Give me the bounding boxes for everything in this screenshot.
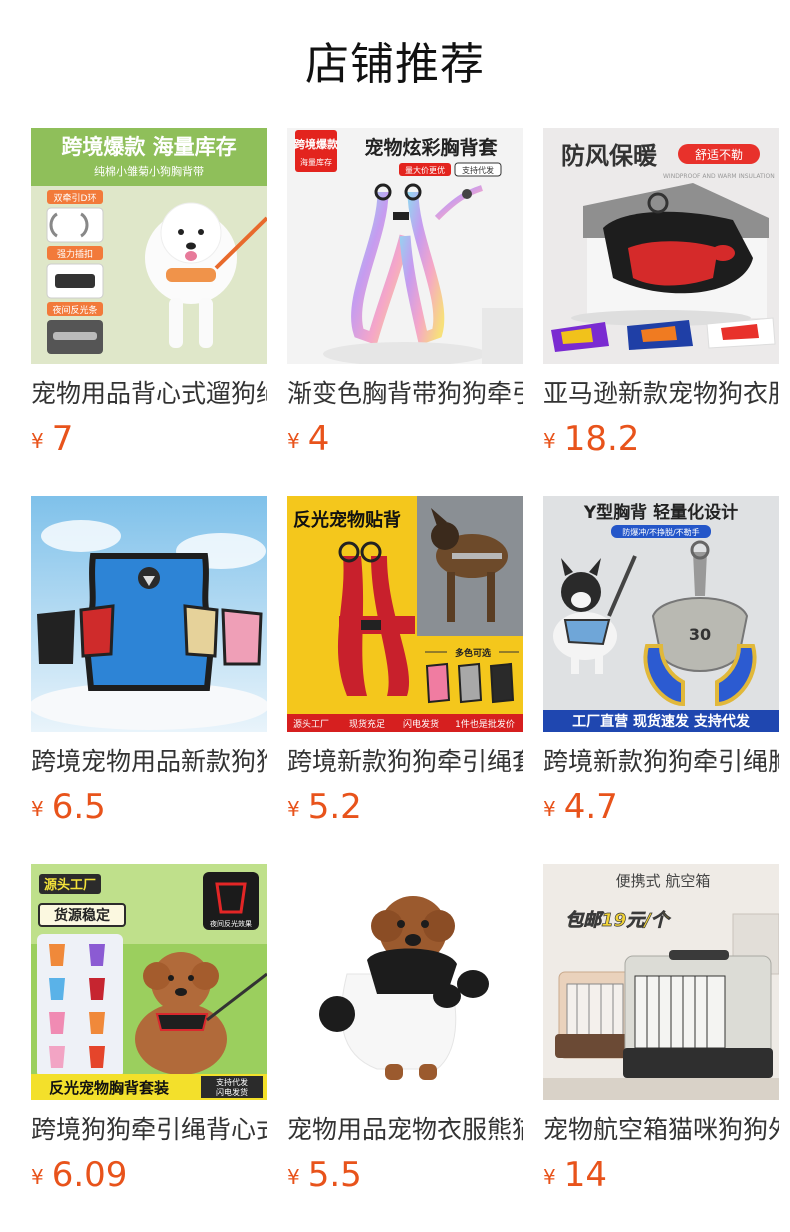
image-colors-label: 多色可选 <box>455 647 491 659</box>
image-promo: 包邮19元/个 <box>565 910 672 931</box>
currency-symbol: ¥ <box>31 429 44 453</box>
dog-leash-photo: 源头工厂 货源稳定 夜间反光效果 反光宠物胸背套装 支持代发 闪电发货 <box>31 864 267 1100</box>
image-tag: 夜间反光条 <box>52 304 97 316</box>
product-card[interactable]: 跨境爆款 海量库存 纯棉小雏菊小狗胸背带 双牵引D环 强力插扣 夜间反光条 宠物… <box>31 128 267 458</box>
product-card[interactable]: 便携式 航空箱 包邮19元/个 宠物航空箱猫咪狗狗 ¥ 14 <box>543 864 779 1194</box>
product-price: ¥5.2 <box>287 788 523 826</box>
product-price: ¥4.7 <box>543 788 779 826</box>
product-card[interactable]: 源头工厂 货源稳定 夜间反光效果 反光宠物胸背套装 支持代发 闪电发货 跨境狗狗… <box>31 864 267 1194</box>
image-headline: 防风保暖 <box>561 142 658 170</box>
product-name[interactable]: 渐变色胸背带狗狗牵引绳 <box>287 378 523 410</box>
image-footer: 现货充足 <box>349 718 385 730</box>
reflective-harness-photo: 反光宠物贴背 多色可选 源头工厂 现货充足 闪电发货 1件也是批发价 <box>287 496 523 732</box>
price-value: 6.09 <box>51 1155 128 1195</box>
product-price: ¥4 <box>287 420 523 458</box>
currency-symbol: ¥ <box>287 797 300 821</box>
product-name[interactable]: 亚马逊新款宠物狗衣服 <box>543 378 779 410</box>
price-value: 4 <box>307 419 330 459</box>
image-footer-side: 支持代发 <box>216 1077 248 1087</box>
price-value: 14 <box>563 1155 607 1195</box>
image-label: 货源稳定 <box>53 907 110 924</box>
mesh-harness-photo <box>31 496 267 732</box>
product-card[interactable]: 宠物用品宠物衣服熊猫装 ¥5.5 <box>287 864 523 1194</box>
page-title: 店铺推荐 <box>305 39 485 90</box>
product-name[interactable]: 跨境宠物用品新款狗狗胸背 <box>31 746 267 778</box>
product-price: ¥7 <box>31 420 267 458</box>
image-footer: 源头工厂 <box>293 719 329 730</box>
image-subline: WINDPROOF AND WARM INSULATION <box>663 173 775 180</box>
currency-symbol: ¥ <box>287 1165 300 1189</box>
currency-symbol: ¥ <box>543 797 556 821</box>
y-harness-photo: Y型胸背 轻量化设计 防爆冲/不挣脱/不勒手 30 工厂直营 现货速发 支持代发 <box>543 496 779 732</box>
image-footer: 闪电发货 <box>403 718 439 730</box>
product-image[interactable]: 跨境爆款 海量库存 宠物炫彩胸背套 量大价更优 支持代发 <box>287 128 523 364</box>
product-grid: 跨境爆款 海量库存 纯棉小雏菊小狗胸背带 双牵引D环 强力插扣 夜间反光条 宠物… <box>31 128 779 1194</box>
price-value: 5.2 <box>307 787 362 827</box>
image-footer: 1件也是批发价 <box>455 718 515 730</box>
image-tag: 强力插扣 <box>57 248 93 260</box>
panda-costume-photo <box>287 864 523 1100</box>
image-badge: 跨境爆款 <box>294 137 339 151</box>
harness-photo-2: 跨境爆款 海量库存 宠物炫彩胸背套 量大价更优 支持代发 <box>287 128 523 364</box>
product-image[interactable] <box>31 496 267 732</box>
image-badge: 舒适不勒 <box>695 148 743 162</box>
product-price: ¥14 <box>543 1156 779 1194</box>
currency-symbol: ¥ <box>543 429 556 453</box>
product-image[interactable]: 跨境爆款 海量库存 纯棉小雏菊小狗胸背带 双牵引D环 强力插扣 夜间反光条 <box>31 128 267 364</box>
product-price: ¥6.09 <box>31 1156 267 1194</box>
harness-photo-1: 跨境爆款 海量库存 纯棉小雏菊小狗胸背带 双牵引D环 强力插扣 夜间反光条 <box>31 128 267 364</box>
image-inset-label: 夜间反光效果 <box>210 919 252 928</box>
image-number: 30 <box>689 625 711 644</box>
product-name[interactable]: 宠物航空箱猫咪狗狗外出 <box>543 1114 779 1146</box>
image-headline: 便携式 航空箱 <box>616 872 711 890</box>
product-name[interactable]: 宠物用品宠物衣服熊猫装 <box>287 1114 523 1146</box>
currency-symbol: ¥ <box>31 797 44 821</box>
price-value: 6.5 <box>51 787 106 827</box>
image-tag: 支持代发 <box>462 165 494 175</box>
product-card[interactable]: 防风保暖 舒适不勒 WINDPROOF AND WARM INSULATION … <box>543 128 779 458</box>
dog-coat-photo: 防风保暖 舒适不勒 WINDPROOF AND WARM INSULATION <box>543 128 779 364</box>
currency-symbol: ¥ <box>31 1165 44 1189</box>
image-tag: 双牵引D环 <box>54 193 97 204</box>
price-value: 4.7 <box>563 787 618 827</box>
product-card[interactable]: 跨境宠物用品新款狗狗胸背 ¥6.5 <box>31 496 267 826</box>
image-label: 源头工厂 <box>44 877 96 893</box>
product-image[interactable]: Y型胸背 轻量化设计 防爆冲/不挣脱/不勒手 30 工厂直营 现货速发 支持代发 <box>543 496 779 732</box>
image-footer-side: 闪电发货 <box>216 1087 248 1097</box>
image-badge-sub: 海量库存 <box>300 157 332 167</box>
product-card[interactable]: Y型胸背 轻量化设计 防爆冲/不挣脱/不勒手 30 工厂直营 现货速发 支持代发… <box>543 496 779 826</box>
price-value: 5.5 <box>307 1155 362 1195</box>
product-price: ¥5.5 <box>287 1156 523 1194</box>
image-tag: 防爆冲/不挣脱/不勒手 <box>622 527 699 537</box>
image-footer: 反光宠物胸背套装 <box>49 1079 170 1097</box>
pet-carrier-photo: 便携式 航空箱 包邮19元/个 <box>543 864 779 1100</box>
product-image[interactable]: 反光宠物贴背 多色可选 源头工厂 现货充足 闪电发货 1件也是批发价 <box>287 496 523 732</box>
product-image[interactable]: 防风保暖 舒适不勒 WINDPROOF AND WARM INSULATION <box>543 128 779 364</box>
image-subline: 纯棉小雏菊小狗胸背带 <box>94 164 204 178</box>
image-headline: Y型胸背 轻量化设计 <box>583 502 738 523</box>
image-tag: 量大价更优 <box>405 165 445 175</box>
product-name[interactable]: 跨境新款狗狗牵引绳胸背 <box>543 746 779 778</box>
image-headline: 反光宠物贴背 <box>293 509 401 531</box>
product-name[interactable]: 宠物用品背心式遛狗绳 <box>31 378 267 410</box>
product-name[interactable]: 跨境新款狗狗牵引绳套装 <box>287 746 523 778</box>
product-card[interactable]: 反光宠物贴背 多色可选 源头工厂 现货充足 闪电发货 1件也是批发价 跨境新款狗… <box>287 496 523 826</box>
product-price: ¥6.5 <box>31 788 267 826</box>
product-image[interactable]: 便携式 航空箱 包邮19元/个 <box>543 864 779 1100</box>
product-name[interactable]: 跨境狗狗牵引绳背心式胸背 <box>31 1114 267 1146</box>
image-headline: 跨境爆款 海量库存 <box>61 135 236 159</box>
price-value: 18.2 <box>563 419 640 459</box>
currency-symbol: ¥ <box>543 1165 556 1189</box>
price-value: 7 <box>51 419 74 459</box>
product-card[interactable]: 跨境爆款 海量库存 宠物炫彩胸背套 量大价更优 支持代发 渐变色胸背带狗狗牵引绳 <box>287 128 523 458</box>
product-price: ¥18.2 <box>543 420 779 458</box>
product-image[interactable] <box>287 864 523 1100</box>
image-footer: 工厂直营 现货速发 支持代发 <box>572 713 751 730</box>
image-headline: 宠物炫彩胸背套 <box>364 136 498 159</box>
currency-symbol: ¥ <box>287 429 300 453</box>
product-image[interactable]: 源头工厂 货源稳定 夜间反光效果 反光宠物胸背套装 支持代发 闪电发货 <box>31 864 267 1100</box>
